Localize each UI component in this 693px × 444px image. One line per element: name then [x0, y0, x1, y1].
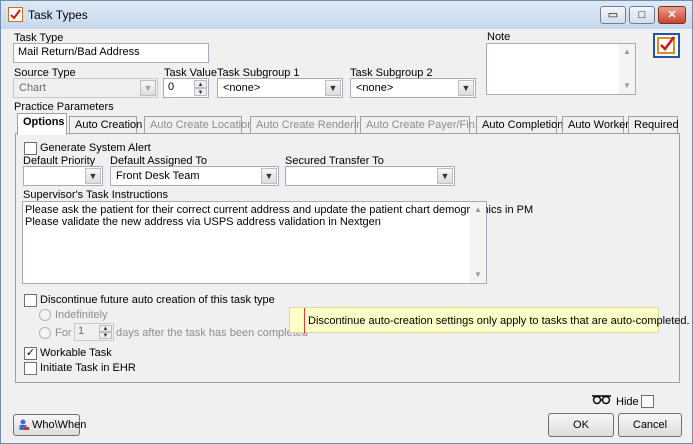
ok-button[interactable]: OK: [548, 413, 614, 437]
source-type-select[interactable]: Chart ▼: [13, 78, 158, 98]
chevron-down-icon: ▼: [261, 168, 277, 184]
hide-label: Hide: [616, 396, 639, 408]
user-key-icon: [18, 419, 29, 431]
default-assigned-select[interactable]: Front Desk Team ▼: [110, 166, 279, 186]
spin-down-icon[interactable]: ▼: [194, 88, 207, 96]
default-assigned-value: Front Desk Team: [116, 170, 200, 182]
tooltip-text: Discontinue auto-creation settings only …: [308, 315, 690, 327]
spin-up-icon[interactable]: ▲: [99, 325, 112, 332]
task-type-input[interactable]: Mail Return/Bad Address: [13, 43, 209, 63]
initiate-ehr-label: Initiate Task in EHR: [40, 362, 136, 374]
tab-auto-create-rendering[interactable]: Auto Create Rendering: [250, 116, 369, 134]
scroll-down-icon[interactable]: ▼: [470, 267, 486, 283]
chevron-down-icon: ▼: [85, 168, 101, 184]
cancel-button[interactable]: Cancel: [618, 413, 682, 437]
who-when-button[interactable]: Who\When: [13, 414, 86, 436]
note-label: Note: [487, 31, 511, 43]
maximize-button[interactable]: □: [629, 6, 655, 24]
close-button[interactable]: ✕: [658, 6, 686, 24]
indefinitely-label: Indefinitely: [55, 309, 108, 321]
chevron-down-icon: ▼: [437, 168, 453, 184]
generate-alert-checkbox[interactable]: [24, 142, 37, 155]
checklist-app-icon: [8, 7, 23, 22]
hide-glasses-icon: [592, 394, 611, 407]
secured-transfer-select[interactable]: ▼: [285, 166, 455, 186]
tooltip-marker: [304, 308, 305, 334]
tab-auto-create-location[interactable]: Auto Create Location: [144, 116, 253, 134]
chevron-down-icon: ▼: [458, 80, 474, 96]
workable-task-label: Workable Task: [40, 347, 112, 359]
initiate-ehr-checkbox[interactable]: [24, 362, 37, 375]
spin-down-icon[interactable]: ▼: [99, 332, 112, 339]
supervisor-instructions-textarea[interactable]: Please ask the patient for their correct…: [22, 201, 533, 284]
days-spin-buttons[interactable]: ▲ ▼: [99, 325, 112, 339]
chevron-down-icon: ▼: [140, 80, 156, 96]
instructions-line-2: Please validate the new address via USPS…: [25, 216, 381, 228]
supervisor-instructions-label: Supervisor's Task Instructions: [23, 189, 168, 201]
instructions-scrollbar[interactable]: ▲ ▼: [470, 202, 486, 283]
for-days-value: 1: [78, 325, 85, 337]
window-title: Task Types: [28, 8, 88, 22]
for-days-stepper[interactable]: 1 ▲ ▼: [74, 323, 114, 341]
generate-alert-label: Generate System Alert: [40, 142, 151, 154]
note-scrollbar[interactable]: ▲ ▼: [619, 44, 635, 94]
minimize-button[interactable]: ▭: [600, 6, 626, 24]
tab-auto-creation[interactable]: Auto Creation: [69, 116, 142, 134]
scroll-up-icon[interactable]: ▲: [619, 44, 635, 60]
discontinue-checkbox[interactable]: [24, 294, 37, 307]
tab-auto-worker[interactable]: Auto Worker: [562, 116, 629, 134]
who-when-label: Who\When: [32, 419, 87, 431]
workable-task-checkbox[interactable]: ✓: [24, 347, 37, 360]
subgroup2-value: <none>: [356, 82, 394, 94]
tab-options[interactable]: Options: [17, 113, 67, 135]
subgroup1-value: <none>: [223, 82, 261, 94]
for-label: For: [55, 327, 72, 339]
spin-up-icon[interactable]: ▲: [194, 80, 207, 88]
days-after-label: days after the task has been completed: [116, 327, 309, 339]
task-value-stepper[interactable]: 0 ▲ ▼: [163, 78, 209, 98]
title-bar: Task Types ▭ □ ✕: [1, 1, 692, 29]
discontinue-label: Discontinue future auto creation of this…: [40, 294, 275, 306]
tab-auto-create-payer[interactable]: Auto Create Payer/Fin...: [360, 116, 484, 134]
subgroup1-select[interactable]: <none> ▼: [217, 78, 343, 98]
scroll-down-icon[interactable]: ▼: [619, 78, 635, 94]
indefinitely-radio[interactable]: [39, 309, 51, 321]
task-checklist-icon[interactable]: [653, 33, 680, 58]
for-days-radio[interactable]: [39, 327, 51, 339]
task-value-text: 0: [168, 81, 175, 93]
instructions-line-1: Please ask the patient for their correct…: [25, 204, 534, 216]
source-type-value: Chart: [19, 82, 46, 94]
subgroup2-select[interactable]: <none> ▼: [350, 78, 476, 98]
chevron-down-icon: ▼: [325, 80, 341, 96]
task-types-window: Task Types ▭ □ ✕ Task Type Mail Return/B…: [0, 0, 693, 444]
discontinue-tooltip: Discontinue auto-creation settings only …: [289, 307, 690, 334]
spin-buttons[interactable]: ▲ ▼: [194, 80, 207, 96]
default-priority-select[interactable]: ▼: [23, 166, 103, 186]
options-panel: Generate System Alert Default Priority ▼…: [15, 133, 680, 383]
hide-checkbox[interactable]: [641, 395, 654, 408]
tab-required[interactable]: Required: [628, 116, 679, 134]
scroll-up-icon[interactable]: ▲: [470, 202, 486, 218]
tab-auto-completion[interactable]: Auto Completion: [476, 116, 563, 134]
note-textarea[interactable]: ▲ ▼: [486, 43, 636, 95]
practice-parameters-label: Practice Parameters: [14, 101, 114, 113]
